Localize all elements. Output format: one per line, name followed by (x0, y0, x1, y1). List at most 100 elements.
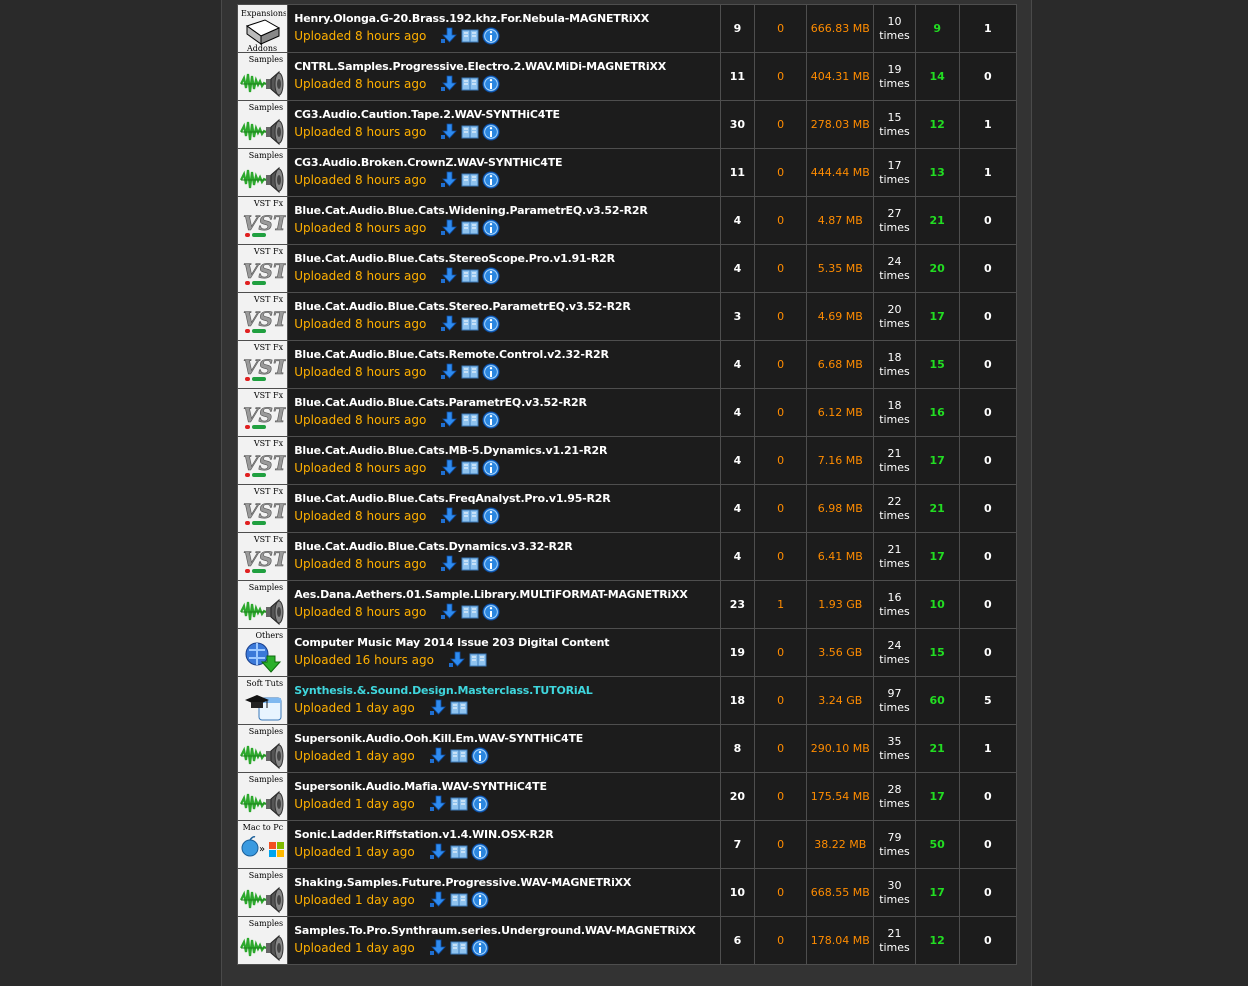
category-cell[interactable]: Samples (236, 772, 289, 821)
leechers-count[interactable]: 0 (958, 772, 1018, 821)
seeders-count[interactable]: 10 (914, 580, 960, 629)
download-icon[interactable] (429, 939, 447, 957)
files-count[interactable]: 4 (719, 388, 755, 437)
category-cell[interactable]: Samples (236, 148, 289, 197)
leechers-count[interactable]: 0 (958, 52, 1018, 101)
category-icon[interactable]: VST VST Fx (239, 198, 290, 244)
category-cell[interactable]: Soft Tuts (236, 676, 289, 725)
download-icon[interactable] (429, 795, 447, 813)
info-icon[interactable] (471, 795, 489, 813)
seeders-count[interactable]: 13 (914, 148, 960, 197)
files-count[interactable]: 6 (719, 916, 755, 965)
files-count[interactable]: 18 (719, 676, 755, 725)
download-icon[interactable] (429, 891, 447, 909)
info-icon[interactable] (482, 507, 500, 525)
details-book-icon[interactable] (450, 699, 468, 717)
category-icon[interactable]: Samples (239, 870, 286, 916)
category-cell[interactable]: VST VST Fx (236, 388, 290, 437)
leechers-count[interactable]: 0 (958, 388, 1018, 437)
comments-count[interactable]: 0 (753, 148, 808, 197)
info-icon[interactable] (482, 603, 500, 621)
seeders-count[interactable]: 17 (914, 868, 960, 917)
info-icon[interactable] (482, 219, 500, 237)
files-count[interactable]: 4 (719, 484, 755, 533)
download-icon[interactable] (440, 267, 458, 285)
seeders-count[interactable]: 14 (914, 52, 960, 101)
leechers-count[interactable]: 0 (958, 916, 1018, 965)
leechers-count[interactable]: 0 (958, 628, 1018, 677)
details-book-icon[interactable] (461, 219, 479, 237)
info-icon[interactable] (482, 27, 500, 45)
torrent-name-link[interactable]: Samples.To.Pro.Synthraum.series.Undergro… (294, 924, 720, 937)
download-icon[interactable] (440, 219, 458, 237)
seeders-count[interactable]: 17 (914, 436, 960, 485)
torrent-name-link[interactable]: Blue.Cat.Audio.Blue.Cats.Stereo.Parametr… (294, 300, 720, 313)
category-cell[interactable]: Samples (236, 724, 289, 773)
seeders-count[interactable]: 21 (914, 724, 960, 773)
category-icon[interactable]: Samples (239, 102, 286, 148)
download-icon[interactable] (440, 363, 458, 381)
category-cell[interactable]: VST VST Fx (236, 484, 290, 533)
leechers-count[interactable]: 1 (958, 4, 1018, 53)
comments-count[interactable]: 1 (753, 580, 808, 629)
seeders-count[interactable]: 60 (914, 676, 960, 725)
details-book-icon[interactable] (461, 555, 479, 573)
files-count[interactable]: 19 (719, 628, 755, 677)
torrent-name-link[interactable]: Henry.Olonga.G-20.Brass.192.khz.For.Nebu… (294, 12, 720, 25)
seeders-count[interactable]: 15 (914, 628, 960, 677)
category-icon[interactable]: VST VST Fx (239, 390, 290, 436)
download-icon[interactable] (440, 459, 458, 477)
info-icon[interactable] (482, 315, 500, 333)
category-icon[interactable]: Expansions Addons Expansions Addons (239, 6, 287, 53)
category-cell[interactable]: Samples (236, 916, 289, 965)
torrent-name-link[interactable]: CNTRL.Samples.Progressive.Electro.2.WAV.… (294, 60, 720, 73)
leechers-count[interactable]: 0 (958, 868, 1018, 917)
leechers-count[interactable]: 1 (958, 100, 1018, 149)
seeders-count[interactable]: 50 (914, 820, 960, 869)
download-icon[interactable] (429, 747, 447, 765)
leechers-count[interactable]: 1 (958, 148, 1018, 197)
category-icon[interactable]: Samples (239, 918, 286, 964)
comments-count[interactable]: 0 (753, 916, 808, 965)
torrent-name-link[interactable]: Blue.Cat.Audio.Blue.Cats.Widening.Parame… (294, 204, 720, 217)
download-icon[interactable] (440, 75, 458, 93)
category-icon[interactable]: VST VST Fx (239, 294, 290, 340)
category-icon[interactable]: Samples (239, 54, 286, 100)
torrent-name-link[interactable]: Synthesis.&.Sound.Design.Masterclass.TUT… (294, 684, 720, 697)
download-icon[interactable] (429, 843, 447, 861)
details-book-icon[interactable] (450, 747, 468, 765)
torrent-name-link[interactable]: Sonic.Ladder.Riffstation.v1.4.WIN.OSX-R2… (294, 828, 720, 841)
details-book-icon[interactable] (461, 363, 479, 381)
category-cell[interactable]: Samples (236, 100, 289, 149)
files-count[interactable]: 10 (719, 868, 755, 917)
comments-count[interactable]: 0 (753, 244, 808, 293)
details-book-icon[interactable] (461, 171, 479, 189)
seeders-count[interactable]: 9 (914, 4, 960, 53)
torrent-name-link[interactable]: Blue.Cat.Audio.Blue.Cats.StereoScope.Pro… (294, 252, 720, 265)
torrent-name-link[interactable]: CG3.Audio.Broken.CrownZ.WAV-SYNTHiC4TE (294, 156, 720, 169)
torrent-name-link[interactable]: Blue.Cat.Audio.Blue.Cats.FreqAnalyst.Pro… (294, 492, 720, 505)
download-icon[interactable] (440, 411, 458, 429)
category-icon[interactable]: Samples (239, 582, 286, 628)
download-icon[interactable] (440, 123, 458, 141)
files-count[interactable]: 4 (719, 532, 755, 581)
download-icon[interactable] (448, 651, 466, 669)
category-cell[interactable]: VST VST Fx (236, 340, 290, 389)
leechers-count[interactable]: 0 (958, 244, 1018, 293)
torrent-name-link[interactable]: Blue.Cat.Audio.Blue.Cats.Dynamics.v3.32-… (294, 540, 720, 553)
info-icon[interactable] (482, 459, 500, 477)
category-cell[interactable]: VST VST Fx (236, 244, 290, 293)
leechers-count[interactable]: 0 (958, 580, 1018, 629)
category-icon[interactable]: VST VST Fx (239, 486, 290, 532)
torrent-name-link[interactable]: Computer Music May 2014 Issue 203 Digita… (294, 636, 720, 649)
files-count[interactable]: 9 (719, 4, 755, 53)
files-count[interactable]: 11 (719, 148, 755, 197)
download-icon[interactable] (440, 27, 458, 45)
category-cell[interactable]: Samples (236, 580, 289, 629)
comments-count[interactable]: 0 (753, 868, 808, 917)
seeders-count[interactable]: 21 (914, 484, 960, 533)
seeders-count[interactable]: 21 (914, 196, 960, 245)
files-count[interactable]: 4 (719, 340, 755, 389)
download-icon[interactable] (440, 171, 458, 189)
category-icon[interactable]: Others (239, 630, 286, 676)
